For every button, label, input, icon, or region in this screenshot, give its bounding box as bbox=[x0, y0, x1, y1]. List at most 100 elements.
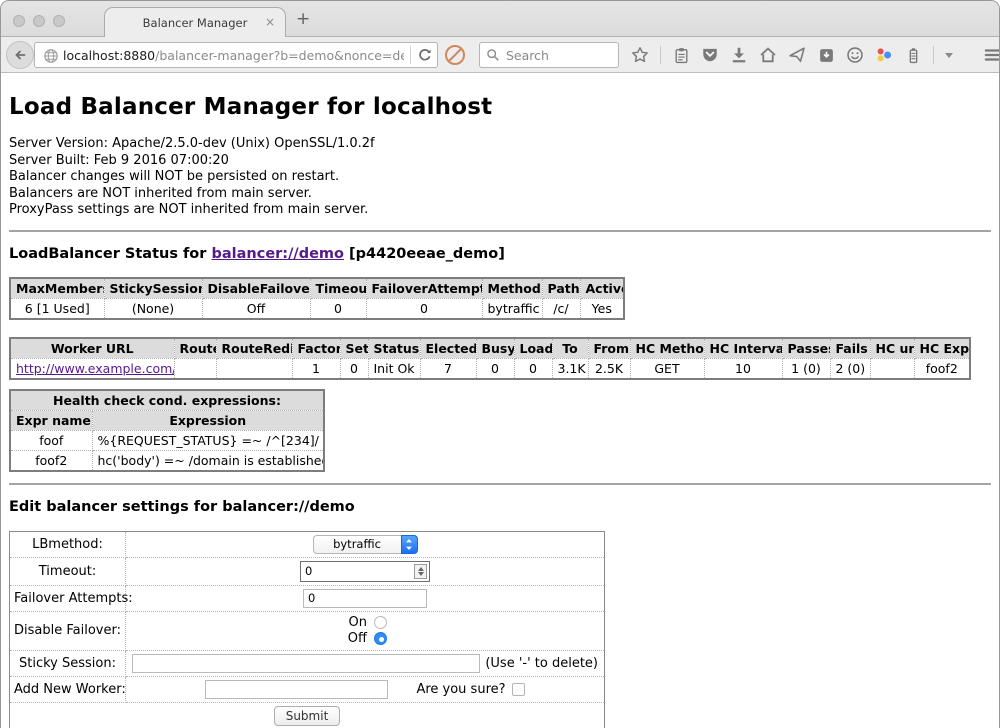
column-header: Worker URL bbox=[10, 338, 174, 359]
table-cell: foof bbox=[10, 430, 92, 450]
status-heading: LoadBalancer Status for balancer://demo … bbox=[9, 246, 991, 262]
radio-on-label: On bbox=[343, 615, 367, 631]
feedback-smiley-icon[interactable] bbox=[846, 46, 864, 64]
save-page-icon[interactable] bbox=[817, 46, 835, 64]
content-blocked-icon[interactable] bbox=[445, 45, 465, 65]
table-cell: 0 bbox=[340, 358, 368, 379]
disable-failover-on-radio[interactable] bbox=[374, 616, 387, 629]
browser-window: Balancer Manager × + localhost:8880/bala… bbox=[0, 0, 1000, 728]
failover-attempts-label: Failover Attempts: bbox=[10, 585, 126, 611]
url-bar[interactable]: localhost:8880/balancer-manager?b=demo&n… bbox=[34, 42, 438, 68]
table-cell: hc('body') =~ /domain is established/ bbox=[92, 450, 324, 471]
table-cell: %{REQUEST_STATUS} =~ /^[234]/ bbox=[92, 430, 324, 450]
number-stepper-icon[interactable] bbox=[414, 564, 427, 579]
proxypass-notice-line: ProxyPass settings are NOT inherited fro… bbox=[9, 202, 991, 219]
column-header: Busy bbox=[476, 338, 514, 359]
bookmark-star-icon[interactable] bbox=[631, 46, 649, 64]
worker-table-header-row: Worker URLRouteRouteRedirFactorSetStatus… bbox=[10, 338, 970, 359]
column-header: Set bbox=[340, 338, 368, 359]
table-cell: bytraffic bbox=[482, 298, 542, 319]
color-dots-icon[interactable] bbox=[875, 46, 893, 64]
page-content: Load Balancer Manager for localhost Serv… bbox=[1, 94, 999, 728]
search-bar[interactable] bbox=[479, 42, 619, 68]
maximize-window-button[interactable] bbox=[53, 15, 65, 27]
column-header: Path bbox=[542, 278, 580, 299]
toolbar-icons bbox=[631, 42, 1000, 68]
failover-attempts-row: Failover Attempts: bbox=[10, 585, 605, 611]
status-heading-suffix: [p4420eeae_demo] bbox=[344, 246, 505, 262]
overflow-caret-icon[interactable] bbox=[945, 53, 953, 58]
minimize-window-button[interactable] bbox=[33, 15, 45, 27]
table-cell: GET bbox=[630, 358, 704, 379]
table-row: 6 [1 Used](None)Off00bytraffic/c/Yes bbox=[10, 298, 624, 319]
column-header: FailoverAttempts bbox=[366, 278, 482, 299]
battery-icon[interactable] bbox=[904, 46, 922, 64]
health-table-header-row: Expr nameExpression bbox=[10, 410, 324, 430]
downloads-icon[interactable] bbox=[730, 46, 748, 64]
settings-form-table: LBmethod: bytraffic Timeout: bbox=[9, 531, 605, 728]
timeout-input[interactable] bbox=[305, 564, 414, 578]
navigation-toolbar: localhost:8880/balancer-manager?b=demo&n… bbox=[1, 37, 999, 73]
table-cell: 3.1K bbox=[552, 358, 588, 379]
tab-balancer-manager[interactable]: Balancer Manager × bbox=[104, 7, 286, 38]
status-heading-prefix: LoadBalancer Status for bbox=[9, 246, 211, 262]
sticky-session-input[interactable] bbox=[132, 654, 480, 673]
submit-button[interactable]: Submit bbox=[274, 706, 341, 726]
edit-settings-heading: Edit balancer settings for balancer://de… bbox=[9, 499, 991, 515]
add-worker-label: Add New Worker: bbox=[10, 676, 126, 702]
column-header: Fails bbox=[830, 338, 870, 359]
table-cell bbox=[174, 358, 216, 379]
table-cell: 7 bbox=[420, 358, 476, 379]
tab-close-icon[interactable]: × bbox=[265, 16, 275, 28]
toolbar-divider bbox=[660, 46, 661, 64]
table-cell: 1 bbox=[292, 358, 340, 379]
column-header: Method bbox=[482, 278, 542, 299]
close-window-button[interactable] bbox=[13, 15, 25, 27]
toolbar-divider bbox=[933, 46, 934, 64]
tab-strip: Balancer Manager × + bbox=[1, 1, 999, 37]
pocket-icon[interactable] bbox=[701, 46, 719, 64]
column-header: HC Expr bbox=[914, 338, 970, 359]
worker-url-link[interactable]: http://www.example.com/ bbox=[16, 361, 174, 376]
table-row: foof%{REQUEST_STATUS} =~ /^[234]/ bbox=[10, 430, 324, 450]
health-check-table: Health check cond. expressions: Expr nam… bbox=[9, 389, 325, 472]
column-header: HC Interval bbox=[704, 338, 782, 359]
health-table-title-row: Health check cond. expressions: bbox=[10, 390, 324, 411]
back-button[interactable] bbox=[6, 41, 34, 69]
column-header: Status bbox=[368, 338, 420, 359]
confirm-checkbox[interactable] bbox=[512, 683, 525, 696]
home-icon[interactable] bbox=[759, 46, 777, 64]
column-header: RouteRedir bbox=[216, 338, 292, 359]
sticky-session-row: Sticky Session: (Use '-' to delete) bbox=[10, 650, 605, 676]
balancer-table-header-row: MaxMembersStickySessionDisableFailoverTi… bbox=[10, 278, 624, 299]
menu-hamburger-icon[interactable] bbox=[983, 46, 1000, 64]
add-worker-input[interactable] bbox=[205, 680, 388, 699]
back-icon bbox=[12, 47, 28, 63]
table-cell: 10 bbox=[704, 358, 782, 379]
column-header: Route bbox=[174, 338, 216, 359]
disable-failover-label: Disable Failover: bbox=[10, 611, 126, 650]
page-title: Load Balancer Manager for localhost bbox=[9, 94, 991, 120]
server-version-line: Server Version: Apache/2.5.0-dev (Unix) … bbox=[9, 136, 991, 153]
table-cell: 2.5K bbox=[588, 358, 630, 379]
select-arrows-icon bbox=[401, 535, 418, 554]
failover-attempts-input[interactable] bbox=[303, 589, 427, 608]
send-icon[interactable] bbox=[788, 46, 806, 64]
table-cell: Init Ok bbox=[368, 358, 420, 379]
timeout-label: Timeout: bbox=[10, 557, 126, 585]
table-row: http://www.example.com/10Init Ok7003.1K2… bbox=[10, 358, 970, 379]
new-tab-button[interactable]: + bbox=[296, 9, 310, 29]
persist-notice-line: Balancer changes will NOT be persisted o… bbox=[9, 169, 991, 186]
search-input[interactable] bbox=[506, 48, 606, 63]
disable-failover-off-radio[interactable] bbox=[374, 632, 387, 645]
lbmethod-select[interactable]: bytraffic bbox=[313, 535, 418, 554]
clipboard-icon[interactable] bbox=[672, 46, 690, 64]
column-header: HC Method bbox=[630, 338, 704, 359]
table-cell: 0 bbox=[476, 358, 514, 379]
window-controls bbox=[13, 15, 65, 27]
balancer-link[interactable]: balancer://demo bbox=[211, 246, 344, 262]
column-header: Elected bbox=[420, 338, 476, 359]
reload-icon[interactable] bbox=[417, 47, 433, 63]
section-divider bbox=[9, 483, 991, 485]
url-divider bbox=[410, 46, 411, 64]
